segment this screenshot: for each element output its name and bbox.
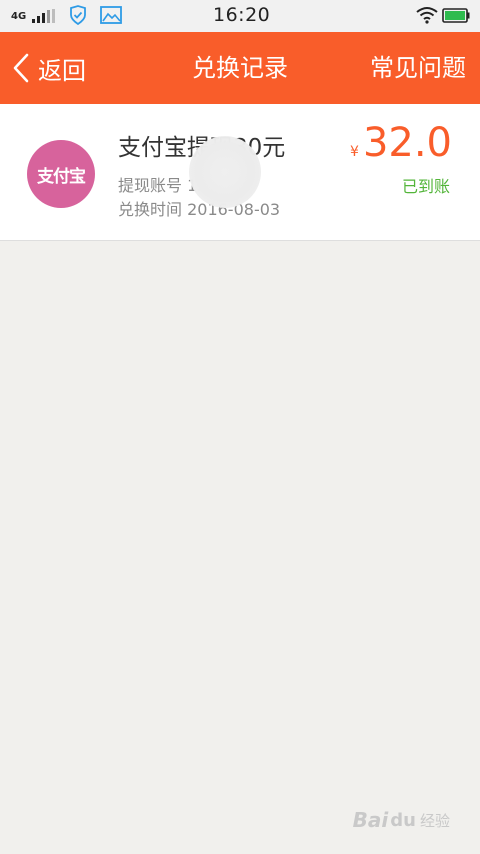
chevron-left-icon	[13, 53, 29, 83]
record-date: 兑换时间 2016-08-03	[118, 200, 281, 219]
back-label: 返回	[38, 56, 86, 85]
status-bar: 4G 16:20	[0, 0, 480, 32]
network-type: 4G	[11, 11, 27, 22]
watermark-text: Bai	[352, 808, 389, 832]
logo-text: 支付宝	[37, 166, 86, 187]
alipay-logo: 支付宝	[27, 140, 95, 208]
record-price: ¥ 32.0	[350, 120, 452, 166]
signal-icon	[32, 9, 55, 23]
status-badge: 已到账	[401, 177, 450, 196]
record-amount: 32.0	[362, 120, 452, 166]
back-button[interactable]: 返回	[12, 32, 86, 104]
header-bar: 返回 兑换记录 常见问题	[0, 32, 480, 104]
faq-button[interactable]: 常见问题	[370, 32, 466, 104]
baidu-watermark: Bai du 经验	[353, 808, 450, 832]
clock: 16:20	[213, 4, 271, 26]
paw-icon: du	[390, 809, 416, 831]
battery-icon	[442, 8, 470, 23]
shield-icon	[70, 5, 86, 25]
watermark-sub: 经验	[419, 811, 450, 830]
list-item[interactable]: 支付宝 支付宝提现30元 提现账号 155592 兑换时间 2016-08-03…	[0, 104, 480, 241]
currency-symbol: ¥	[350, 144, 359, 160]
screenshot-icon	[100, 6, 122, 24]
wifi-icon	[416, 7, 438, 24]
privacy-blur	[189, 136, 261, 208]
